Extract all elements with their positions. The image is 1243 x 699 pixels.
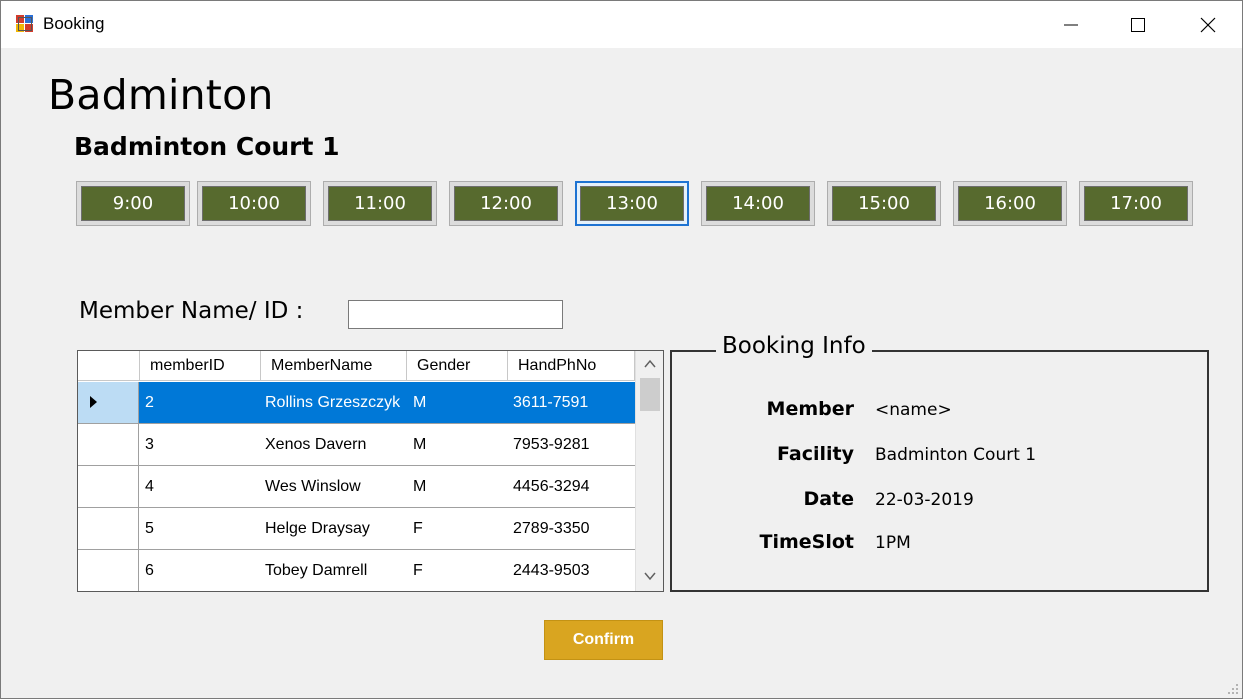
member-value: <name>: [875, 400, 952, 420]
row-header[interactable]: [78, 508, 139, 549]
column-header-gender[interactable]: Gender: [407, 351, 508, 381]
table-row[interactable]: 3 Xenos Davern M 7953-9281: [78, 424, 635, 466]
confirm-button[interactable]: Confirm: [544, 620, 663, 660]
cell-membername[interactable]: Tobey Damrell: [259, 550, 405, 591]
scrollbar-thumb[interactable]: [640, 378, 660, 411]
timeslot-label: TimeSlot: [759, 531, 855, 553]
row-header[interactable]: [78, 466, 139, 507]
column-header-handphno[interactable]: HandPhNo: [508, 351, 635, 381]
grid-header: memberID MemberName Gender HandPhNo: [78, 351, 635, 381]
cell-memberid[interactable]: 2: [139, 382, 260, 423]
timeslot-label: 13:00: [580, 186, 684, 221]
form-client-area: Badminton Badminton Court 1 9:00 10:00 1…: [1, 48, 1242, 698]
timeslot-label: 12:00: [454, 186, 558, 221]
facility-value: Badminton Court 1: [875, 445, 1037, 465]
cell-gender[interactable]: M: [407, 424, 508, 465]
cell-membername[interactable]: Rollins Grzeszczyk: [259, 382, 405, 423]
timeslot-button-1200[interactable]: 12:00: [449, 181, 563, 226]
member-search-input[interactable]: [348, 300, 563, 329]
column-header-memberid[interactable]: memberID: [140, 351, 261, 381]
table-row[interactable]: 4 Wes Winslow M 4456-3294: [78, 466, 635, 508]
members-grid[interactable]: memberID MemberName Gender HandPhNo 2 Ro…: [77, 350, 664, 592]
date-label: Date: [803, 488, 854, 510]
timeslot-button-1400[interactable]: 14:00: [701, 181, 815, 226]
timeslot-label: 9:00: [81, 186, 185, 221]
form-app-icon: [16, 15, 34, 33]
cell-memberid[interactable]: 5: [139, 508, 260, 549]
timeslot-label: 16:00: [958, 186, 1062, 221]
cell-memberid[interactable]: 3: [139, 424, 260, 465]
timeslot-button-1300[interactable]: 13:00: [575, 181, 689, 226]
minimize-icon: [1064, 24, 1078, 26]
close-icon: [1200, 17, 1216, 33]
facility-label: Facility: [777, 443, 854, 465]
cell-handphno[interactable]: 7953-9281: [507, 424, 634, 465]
cell-handphno[interactable]: 4456-3294: [507, 466, 634, 507]
timeslot-button-1600[interactable]: 16:00: [953, 181, 1067, 226]
row-header[interactable]: [78, 550, 139, 591]
title-bar[interactable]: Booking: [1, 1, 1242, 48]
maximize-button[interactable]: [1102, 1, 1172, 48]
table-row[interactable]: 2 Rollins Grzeszczyk M 3611-7591: [78, 382, 635, 424]
column-header-membername[interactable]: MemberName: [261, 351, 407, 381]
row-header[interactable]: [78, 424, 139, 465]
court-name: Badminton Court 1: [74, 132, 340, 161]
resize-grip-icon[interactable]: [1227, 683, 1239, 695]
table-row[interactable]: 6 Tobey Damrell F 2443-9503: [78, 550, 635, 591]
cell-membername[interactable]: Helge Draysay: [259, 508, 405, 549]
cell-handphno[interactable]: 2443-9503: [507, 550, 634, 591]
booking-info-group: Booking Info Member <name> Facility Badm…: [670, 333, 1209, 592]
cell-gender[interactable]: M: [407, 382, 508, 423]
cell-gender[interactable]: F: [407, 550, 508, 591]
date-value: 22-03-2019: [875, 490, 974, 510]
current-row-arrow-icon: [90, 396, 97, 408]
scroll-down-arrow-icon[interactable]: [643, 569, 657, 583]
timeslot-label: 10:00: [202, 186, 306, 221]
timeslot-button-1000[interactable]: 10:00: [197, 181, 311, 226]
window-title: Booking: [43, 14, 105, 33]
cell-handphno[interactable]: 2789-3350: [507, 508, 634, 549]
minimize-button[interactable]: [1035, 1, 1105, 48]
member-search-label: Member Name/ ID :: [79, 298, 304, 324]
row-header[interactable]: [78, 382, 139, 423]
member-label: Member: [766, 398, 854, 420]
cell-membername[interactable]: Xenos Davern: [259, 424, 405, 465]
timeslot-label: 15:00: [832, 186, 936, 221]
cell-handphno[interactable]: 3611-7591: [507, 382, 634, 423]
timeslot-button-1100[interactable]: 11:00: [323, 181, 437, 226]
timeslot-value: 1PM: [875, 533, 911, 553]
grid-corner-header[interactable]: [78, 351, 140, 381]
timeslot-button-1700[interactable]: 17:00: [1079, 181, 1193, 226]
cell-memberid[interactable]: 4: [139, 466, 260, 507]
cell-gender[interactable]: F: [407, 508, 508, 549]
close-button[interactable]: [1172, 1, 1242, 48]
timeslot-label: 11:00: [328, 186, 432, 221]
scroll-up-arrow-icon[interactable]: [643, 357, 657, 371]
booking-info-title: Booking Info: [716, 333, 872, 359]
timeslot-button-1500[interactable]: 15:00: [827, 181, 941, 226]
timeslot-button-0900[interactable]: 9:00: [76, 181, 190, 226]
booking-window: Booking Badminton Badminton Court 1 9:00…: [0, 0, 1243, 699]
grid-vertical-scrollbar[interactable]: [635, 351, 663, 591]
timeslot-label: 17:00: [1084, 186, 1188, 221]
table-row[interactable]: 5 Helge Draysay F 2789-3350: [78, 508, 635, 550]
cell-gender[interactable]: M: [407, 466, 508, 507]
cell-membername[interactable]: Wes Winslow: [259, 466, 405, 507]
timeslot-label: 14:00: [706, 186, 810, 221]
cell-memberid[interactable]: 6: [139, 550, 260, 591]
maximize-icon: [1131, 18, 1145, 32]
page-heading: Badminton: [48, 71, 274, 119]
